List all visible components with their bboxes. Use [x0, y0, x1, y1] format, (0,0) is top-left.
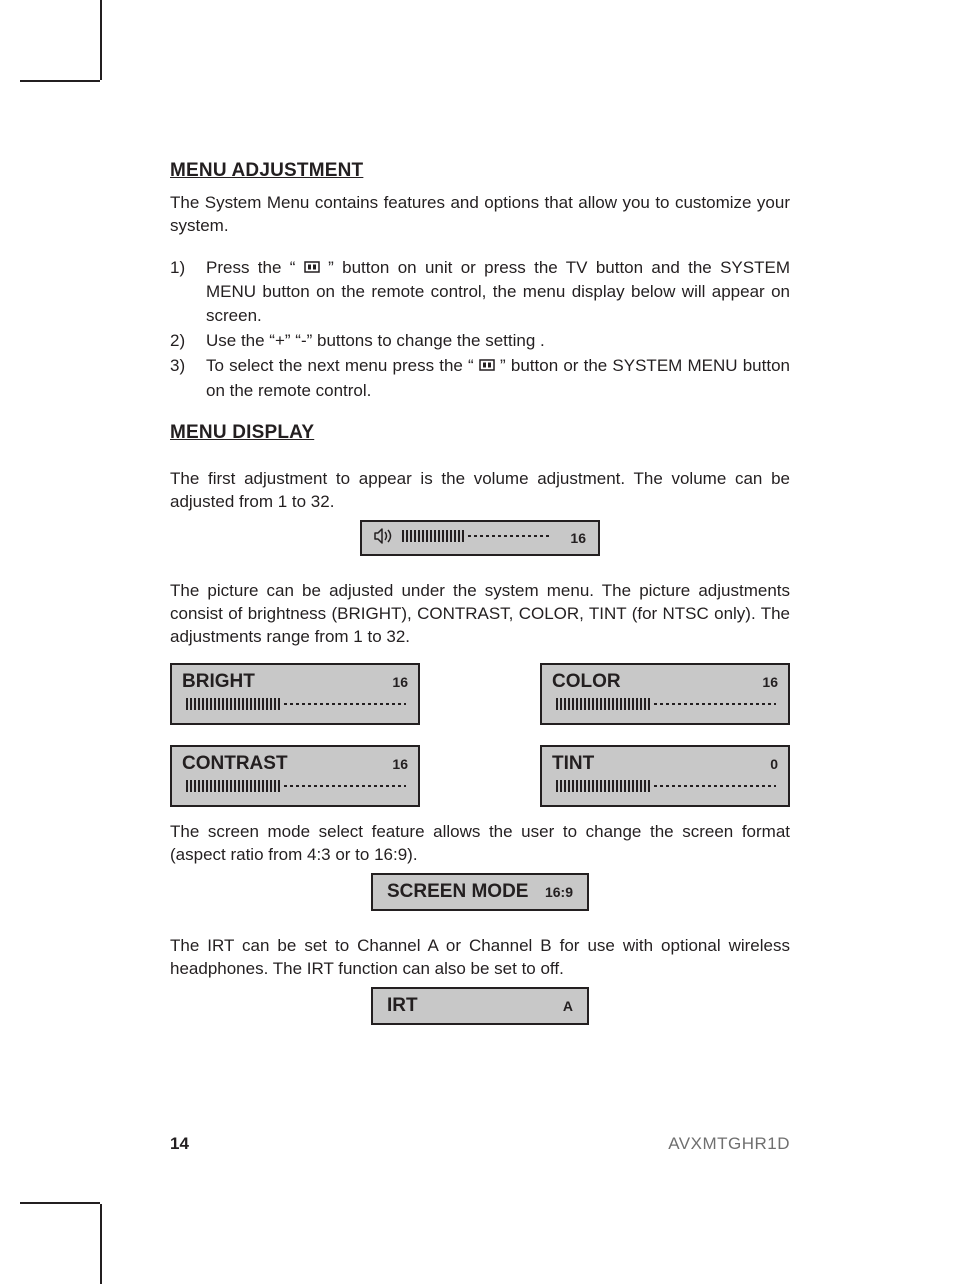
- paragraph-picture: The picture can be adjusted under the sy…: [170, 580, 790, 649]
- osd-tint-box: TINT 0: [540, 745, 790, 807]
- step-number: 2): [170, 329, 185, 352]
- contrast-label: CONTRAST: [182, 753, 288, 775]
- heading-menu-display: MENU DISPLAY: [170, 422, 790, 444]
- osd-bright-box: BRIGHT 16: [170, 663, 420, 725]
- volume-bar: [402, 529, 564, 548]
- crop-mark: [100, 1204, 102, 1284]
- step-3: 3) To select the next menu press the “ ”…: [170, 354, 790, 402]
- paragraph-screen-mode: The screen mode select feature allows th…: [170, 821, 790, 867]
- color-bar: [552, 697, 778, 716]
- page-footer: 14 AVXMTGHR1D: [170, 1134, 790, 1154]
- speaker-icon: [374, 528, 396, 549]
- instruction-list: 1) Press the “ ” button on unit or press…: [170, 256, 790, 402]
- crop-mark: [20, 1202, 100, 1204]
- step-1: 1) Press the “ ” button on unit or press…: [170, 256, 790, 327]
- heading-menu-adjustment: MENU ADJUSTMENT: [170, 160, 790, 182]
- page-number: 14: [170, 1134, 189, 1154]
- contrast-bar: [182, 779, 408, 798]
- screen-mode-value: 16:9: [545, 884, 573, 900]
- crop-mark: [100, 0, 102, 80]
- tint-value: 0: [770, 756, 778, 772]
- menu-button-icon: [304, 256, 320, 279]
- osd-color-box: COLOR 16: [540, 663, 790, 725]
- bright-value: 16: [392, 674, 408, 690]
- tint-label: TINT: [552, 753, 594, 775]
- menu-button-icon: [479, 354, 495, 377]
- osd-contrast-box: CONTRAST 16: [170, 745, 420, 807]
- step-2: 2) Use the “+” “-” buttons to change the…: [170, 329, 790, 352]
- irt-value: A: [563, 998, 573, 1014]
- tint-bar: [552, 779, 778, 798]
- step-number: 3): [170, 354, 185, 377]
- volume-value: 16: [570, 530, 586, 546]
- bright-label: BRIGHT: [182, 671, 255, 693]
- contrast-value: 16: [392, 756, 408, 772]
- paragraph-volume: The first adjustment to appear is the vo…: [170, 468, 790, 514]
- step-text: To select the next menu press the “: [206, 356, 479, 375]
- osd-volume-box: 16: [360, 520, 600, 556]
- osd-irt-box: IRT A: [371, 987, 589, 1025]
- color-value: 16: [762, 674, 778, 690]
- bright-bar: [182, 697, 408, 716]
- step-number: 1): [170, 256, 185, 279]
- page: MENU ADJUSTMENT The System Menu contains…: [0, 0, 954, 1284]
- paragraph-irt: The IRT can be set to Channel A or Chann…: [170, 935, 790, 981]
- color-label: COLOR: [552, 671, 621, 693]
- step-text: Use the “+” “-” buttons to change the se…: [206, 331, 545, 350]
- model-number: AVXMTGHR1D: [668, 1134, 790, 1154]
- osd-screen-mode-box: SCREEN MODE 16:9: [371, 873, 589, 911]
- irt-label: IRT: [387, 995, 418, 1017]
- screen-mode-label: SCREEN MODE: [387, 881, 528, 903]
- crop-mark: [20, 80, 100, 82]
- paragraph-intro: The System Menu contains features and op…: [170, 192, 790, 238]
- content-area: MENU ADJUSTMENT The System Menu contains…: [170, 160, 790, 1025]
- step-text: Press the “: [206, 258, 304, 277]
